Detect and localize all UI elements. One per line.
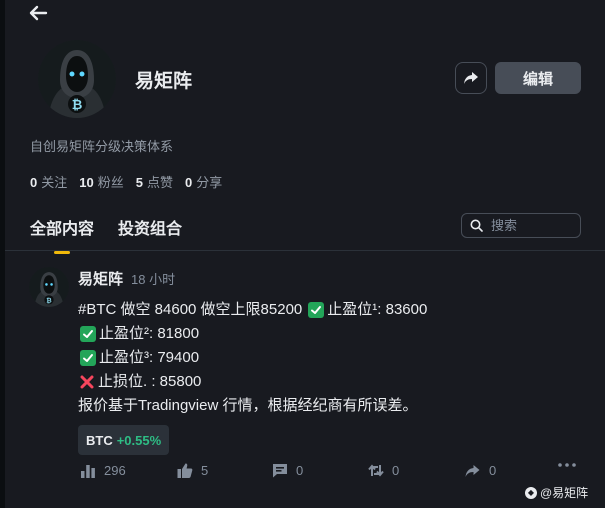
repost-icon bbox=[368, 464, 384, 477]
profile-name: 易矩阵 bbox=[135, 71, 193, 92]
post-line: 报价基于Tradingview 行情，根据经纪商有所误差。 bbox=[78, 394, 427, 418]
post-body: #BTC 做空 84600 做空上限85200 止盈位¹: 83600 止盈位²… bbox=[78, 298, 427, 418]
cross-icon bbox=[78, 373, 96, 391]
share-icon bbox=[465, 464, 480, 477]
more-options-button[interactable] bbox=[558, 463, 576, 467]
take-profit-2: 止盈位²: 81800 bbox=[99, 325, 200, 342]
profile-avatar: ₿ bbox=[38, 40, 116, 118]
like-action[interactable]: 5 bbox=[177, 463, 208, 478]
post-timestamp: 18 小时 bbox=[131, 272, 176, 287]
tab-portfolio[interactable]: 投资组合 bbox=[118, 215, 182, 239]
post-author-name[interactable]: 易矩阵 bbox=[78, 268, 123, 289]
more-dots-icon bbox=[558, 463, 576, 467]
search-box[interactable] bbox=[461, 213, 581, 238]
post-line: 止损位. : 85800 bbox=[78, 370, 427, 394]
check-icon bbox=[80, 326, 96, 342]
watermark-text: @易矩阵 bbox=[540, 486, 589, 500]
bar-chart-icon bbox=[81, 464, 95, 478]
stop-loss: 止损位. : 85800 bbox=[98, 373, 202, 390]
comment-icon bbox=[273, 464, 287, 478]
likes-count: 5 bbox=[201, 463, 209, 478]
coin-tag-btc[interactable]: BTC +0.55% bbox=[78, 425, 170, 455]
take-profit-1: 止盈位¹: 83600 bbox=[327, 301, 428, 318]
watermark: ◆ @易矩阵 bbox=[525, 484, 588, 501]
comment-action[interactable]: 0 bbox=[272, 463, 303, 478]
svg-text:₿: ₿ bbox=[72, 98, 83, 113]
stat-following[interactable]: 0 关注 bbox=[30, 172, 67, 191]
profile-bio: 自创易矩阵分级决策体系 bbox=[30, 139, 174, 154]
search-input[interactable] bbox=[491, 218, 571, 233]
content-tabs: 全部内容 投资组合 bbox=[30, 215, 182, 239]
profile-stats: 0 关注 10 粉丝 5 点赞 0 分享 bbox=[30, 172, 222, 191]
stat-followers[interactable]: 10 粉丝 bbox=[79, 172, 123, 191]
reposts-count: 0 bbox=[392, 463, 400, 478]
post-line: #BTC 做空 84600 做空上限85200 止盈位¹: 83600 bbox=[78, 298, 427, 322]
stat-shares: 0 分享 bbox=[184, 175, 223, 190]
post-actions: 296 5 0 0 0 bbox=[80, 463, 580, 483]
post-header: 易矩阵 18 小时 bbox=[78, 268, 175, 289]
post-text-line1: #BTC 做空 84600 做空上限85200 bbox=[78, 301, 303, 318]
post-author-avatar[interactable]: ₿ bbox=[29, 267, 69, 307]
share-action[interactable]: 0 bbox=[464, 463, 496, 478]
check-icon bbox=[308, 302, 325, 318]
tabs-divider bbox=[5, 250, 605, 251]
check-icon bbox=[80, 350, 96, 366]
stat-likes: 5 点赞 bbox=[135, 175, 173, 190]
comments-count: 0 bbox=[296, 463, 304, 478]
coin-tag-change: +0.55% bbox=[116, 432, 162, 448]
share-profile-button[interactable] bbox=[455, 62, 487, 94]
post-line: 止盈位³: 79400 bbox=[78, 346, 427, 370]
back-arrow-icon[interactable] bbox=[26, 3, 50, 23]
repost-action[interactable]: 0 bbox=[368, 463, 399, 478]
thumbs-up-icon bbox=[177, 463, 193, 478]
edit-profile-button[interactable]: 编辑 bbox=[495, 62, 581, 94]
svg-text:₿: ₿ bbox=[46, 296, 52, 304]
post-line: 止盈位²: 81800 bbox=[78, 322, 427, 346]
coin-tag-symbol: BTC bbox=[86, 432, 113, 448]
take-profit-3: 止盈位³: 79400 bbox=[99, 349, 200, 366]
share-arrow-icon bbox=[464, 72, 478, 84]
post-disclaimer: 报价基于Tradingview 行情，根据经纪商有所误差。 bbox=[78, 397, 418, 414]
views-count: 296 bbox=[104, 463, 126, 478]
watermark-logo-icon: ◆ bbox=[525, 486, 537, 499]
tab-all-content[interactable]: 全部内容 bbox=[30, 215, 94, 239]
search-icon bbox=[470, 219, 483, 232]
views-action[interactable]: 296 bbox=[80, 463, 126, 478]
shares-count: 0 bbox=[489, 463, 497, 478]
